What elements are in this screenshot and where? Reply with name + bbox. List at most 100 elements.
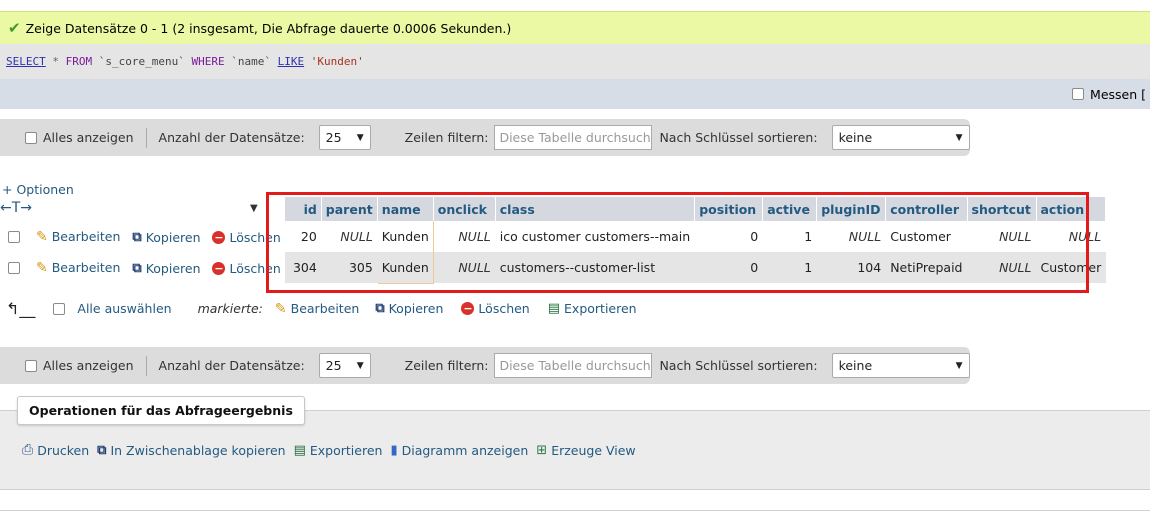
rows-count-value: 25 bbox=[325, 358, 342, 373]
row-actions: ✎ Bearbeiten ⧉ Kopieren − Löschen bbox=[4, 221, 286, 252]
bulk-export-label: Exportieren bbox=[564, 301, 637, 316]
highlight-box bbox=[266, 192, 1089, 293]
navigation-toolbar-top: Alles anzeigen Anzahl der Datensätze: 25… bbox=[0, 119, 970, 156]
bulk-delete-label: Löschen bbox=[478, 301, 530, 316]
sql-from: FROM bbox=[65, 55, 93, 68]
show-all-toggle[interactable]: Alles anzeigen bbox=[25, 358, 134, 373]
pencil-icon: ✎ bbox=[35, 228, 48, 245]
divider bbox=[0, 510, 1150, 511]
export-icon: ▤ bbox=[293, 442, 306, 458]
delete-icon: − bbox=[212, 261, 226, 275]
chart-label: Diagramm anzeigen bbox=[401, 442, 529, 458]
delete-icon: − bbox=[461, 302, 475, 315]
row-select-checkbox[interactable] bbox=[8, 231, 20, 243]
delete-icon: − bbox=[212, 230, 226, 244]
copy-label: Kopieren bbox=[145, 260, 201, 276]
sql-where: WHERE bbox=[191, 55, 225, 68]
copy-icon: ⧉ bbox=[375, 301, 385, 316]
edit-label: Bearbeiten bbox=[51, 229, 121, 244]
checkmark-icon: ✔ bbox=[8, 19, 21, 37]
pencil-icon: ✎ bbox=[35, 259, 48, 276]
filter-rows-label: Zeilen filtern: bbox=[404, 130, 489, 145]
bar-chart-icon: ▮ bbox=[390, 442, 398, 458]
toolbar-separator bbox=[145, 355, 147, 376]
bulk-delete-link[interactable]: − Löschen bbox=[461, 301, 530, 316]
sort-by-key-label: Nach Schlüssel sortieren: bbox=[659, 130, 818, 145]
printer-icon: ⎙ bbox=[22, 442, 34, 458]
sort-by-key-value: keine bbox=[838, 130, 873, 145]
edit-label: Bearbeiten bbox=[51, 260, 121, 275]
export-link[interactable]: ▤ Exportieren bbox=[294, 443, 383, 458]
options-link[interactable]: + Optionen bbox=[2, 182, 74, 197]
bulk-copy-label: Kopieren bbox=[388, 301, 444, 316]
success-message-bar: ✔ Zeige Datensätze 0 - 1 (2 insgesamt, D… bbox=[0, 11, 1150, 44]
sort-by-key-select[interactable]: keine ▼ bbox=[831, 125, 970, 150]
measure-checkbox[interactable] bbox=[1072, 88, 1085, 100]
view-icon: ⊞ bbox=[536, 442, 548, 458]
row-copy-link[interactable]: ⧉ Kopieren bbox=[132, 261, 200, 276]
sort-by-key-label: Nach Schlüssel sortieren: bbox=[659, 358, 818, 373]
operations-title: Operationen für das Abfrageergebnis bbox=[17, 396, 305, 425]
bulk-actions-bar: ↰__ Alle auswählen markierte: ✎ Bearbeite… bbox=[6, 299, 645, 318]
navigation-toolbar-bottom: Alles anzeigen Anzahl der Datensätze: 25… bbox=[0, 347, 970, 384]
sql-like[interactable]: LIKE bbox=[278, 55, 305, 68]
copy-label: Kopieren bbox=[145, 229, 201, 245]
rows-count-select[interactable]: 25 ▼ bbox=[318, 125, 371, 150]
dropdown-arrow-icon: ▼ bbox=[955, 360, 963, 371]
rows-count-select[interactable]: 25 ▼ bbox=[318, 353, 371, 378]
show-all-label: Alles anzeigen bbox=[43, 358, 134, 373]
rows-count-label: Anzahl der Datensätze: bbox=[158, 358, 305, 373]
select-all-checkbox[interactable] bbox=[53, 302, 66, 315]
filter-rows-input[interactable]: Diese Tabelle durchsuchen bbox=[494, 125, 653, 150]
show-all-label: Alles anzeigen bbox=[43, 130, 134, 145]
bulk-edit-label: Bearbeiten bbox=[290, 301, 360, 316]
sql-table: `s_core_menu` bbox=[98, 55, 185, 68]
print-label: Drucken bbox=[37, 442, 90, 458]
filter-rows-input[interactable]: Diese Tabelle durchsuchen bbox=[494, 353, 653, 378]
filter-rows-label: Zeilen filtern: bbox=[404, 358, 489, 373]
marked-label: markierte: bbox=[197, 301, 263, 316]
profiling-bar: Messen [ bbox=[0, 79, 1150, 109]
sql-value: 'Kunden' bbox=[310, 55, 364, 68]
row-actions: ✎ Bearbeiten ⧉ Kopieren − Löschen bbox=[4, 252, 286, 283]
row-edit-link[interactable]: ✎ Bearbeiten bbox=[36, 260, 120, 276]
bulk-export-link[interactable]: ▤ Exportieren bbox=[548, 301, 637, 316]
success-message: Zeige Datensätze 0 - 1 (2 insgesamt, Die… bbox=[25, 20, 512, 36]
create-view-label: Erzeuge View bbox=[551, 442, 636, 458]
row-select-checkbox[interactable] bbox=[8, 262, 20, 274]
dropdown-arrow-icon: ▼ bbox=[955, 132, 963, 143]
export-label: Exportieren bbox=[309, 442, 383, 458]
sql-query-bar: SELECT * FROM `s_core_menu` WHERE `name`… bbox=[0, 44, 1150, 79]
copy-icon: ⧉ bbox=[132, 260, 142, 276]
rows-count-label: Anzahl der Datensätze: bbox=[158, 130, 305, 145]
create-view-link[interactable]: ⊞ Erzeuge View bbox=[536, 443, 635, 458]
dropdown-arrow-icon: ▼ bbox=[356, 132, 364, 143]
copy-icon: ⧉ bbox=[132, 229, 142, 245]
row-edit-link[interactable]: ✎ Bearbeiten bbox=[36, 229, 120, 245]
print-link[interactable]: ⎙ Drucken bbox=[22, 442, 89, 458]
sql-star: * bbox=[52, 55, 59, 68]
sort-by-key-select[interactable]: keine ▼ bbox=[831, 353, 970, 378]
sort-by-key-value: keine bbox=[838, 358, 873, 373]
show-all-toggle[interactable]: Alles anzeigen bbox=[25, 130, 134, 145]
bulk-edit-link[interactable]: ✎ Bearbeiten bbox=[275, 301, 359, 317]
sql-select[interactable]: SELECT bbox=[6, 55, 46, 68]
rows-count-value: 25 bbox=[325, 130, 342, 145]
show-all-checkbox[interactable] bbox=[25, 359, 37, 372]
copy-icon: ⧉ bbox=[97, 442, 107, 458]
select-all-link[interactable]: Alle auswählen bbox=[77, 301, 171, 316]
toolbar-separator bbox=[145, 127, 147, 148]
show-all-checkbox[interactable] bbox=[25, 131, 37, 144]
dropdown-arrow-icon: ▼ bbox=[356, 360, 364, 371]
chart-link[interactable]: ▮ Diagramm anzeigen bbox=[390, 443, 528, 458]
clipboard-label: In Zwischenablage kopieren bbox=[110, 442, 286, 458]
export-icon: ▤ bbox=[547, 301, 561, 316]
row-copy-link[interactable]: ⧉ Kopieren bbox=[132, 230, 200, 245]
clipboard-link[interactable]: ⧉ In Zwischenablage kopieren bbox=[97, 443, 285, 458]
actions-header bbox=[4, 197, 285, 221]
measure-label: Messen [ bbox=[1090, 86, 1146, 102]
bulk-copy-link[interactable]: ⧉ Kopieren bbox=[375, 301, 443, 316]
operations-links: ⎙ Drucken ⧉ In Zwischenablage kopieren ▤ Ex… bbox=[22, 442, 644, 458]
sql-column: `name` bbox=[231, 55, 271, 68]
pencil-icon: ✎ bbox=[274, 300, 287, 317]
